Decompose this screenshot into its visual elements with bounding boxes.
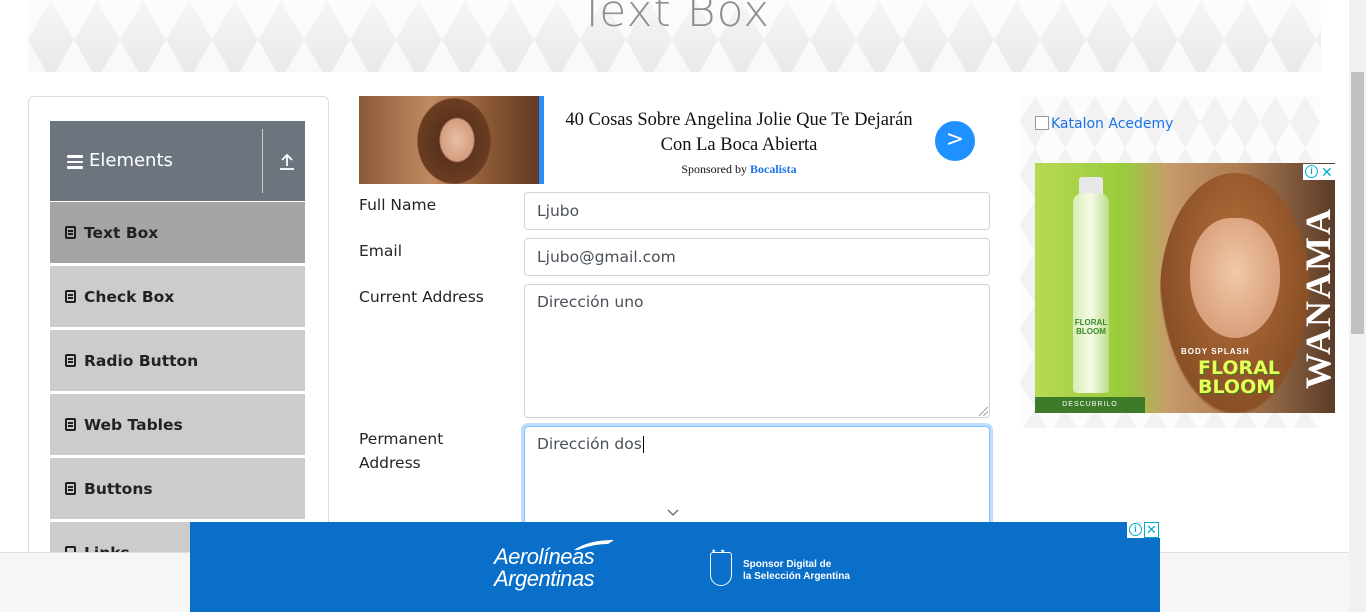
full-name-input[interactable]: Ljubo xyxy=(524,192,990,230)
katalon-link-text[interactable]: Katalon Acedemy xyxy=(1051,116,1173,132)
wanama-brand: WANAMA xyxy=(1298,207,1335,389)
current-address-label: Current Address xyxy=(359,288,484,306)
ad-sponsor[interactable]: Sponsored by Bocalista xyxy=(564,162,914,177)
sponsor-line2: la Selección Argentina xyxy=(743,571,850,582)
sidebar-item-label: Web Tables xyxy=(84,416,183,434)
resize-grip-icon[interactable] xyxy=(979,407,988,416)
document-icon xyxy=(65,354,76,367)
close-icon[interactable]: ✕ xyxy=(1144,522,1159,538)
hamburger-icon xyxy=(67,155,83,169)
text-caret xyxy=(642,436,644,453)
afa-crest-icon xyxy=(710,552,732,586)
sidebar-item-label: Buttons xyxy=(84,480,153,498)
sidebar-item-radio-button[interactable]: Radio Button xyxy=(50,329,305,392)
document-icon xyxy=(65,290,76,303)
email-input[interactable]: Ljubo@gmail.com xyxy=(524,238,990,276)
chevron-down-icon[interactable] xyxy=(667,509,679,517)
ad-go-button[interactable]: > xyxy=(935,121,975,161)
model-face xyxy=(1190,218,1280,338)
header-banner: Text Box xyxy=(28,0,1321,72)
page: Text Box Elements Text Box Check Box Rad… xyxy=(0,0,1366,612)
document-icon xyxy=(65,546,76,552)
sidebar-item-check-box[interactable]: Check Box xyxy=(50,265,305,328)
bottle-label: FLORAL BLOOM xyxy=(1074,318,1108,336)
ad-accent-strip xyxy=(539,96,544,184)
sidebar-item-text-box[interactable]: Text Box xyxy=(50,201,305,264)
broken-image-icon xyxy=(1035,116,1049,130)
sidebar-item-label: Radio Button xyxy=(84,352,199,370)
page-title: Text Box xyxy=(578,0,771,37)
katalon-academy-link[interactable]: Katalon Acedemy xyxy=(1035,116,1173,132)
sidebar-item-label: Text Box xyxy=(84,224,159,242)
airline-name-line2: Argentinas xyxy=(494,566,595,591)
ad-photo[interactable] xyxy=(359,96,540,184)
permanent-address-label: Permanent Address xyxy=(359,430,444,472)
ad-headline[interactable]: 40 Cosas Sobre Angelina Jolie Que Te Dej… xyxy=(564,108,914,158)
scrollbar-thumb[interactable] xyxy=(1351,72,1364,334)
info-icon[interactable]: i xyxy=(1305,165,1318,178)
descubrilo-button[interactable]: DESCUBRILO xyxy=(1035,397,1145,413)
airline-name-line1: Aerolíneas xyxy=(494,544,595,569)
sidebar-item-web-tables[interactable]: Web Tables xyxy=(50,393,305,456)
close-icon[interactable]: ✕ xyxy=(1321,164,1333,180)
bottom-ad-choices[interactable]: i ✕ xyxy=(1127,522,1160,538)
ad-choices[interactable]: i ✕ xyxy=(1303,164,1335,180)
document-icon xyxy=(65,418,76,431)
sponsor-line1: Sponsor Digital de xyxy=(743,559,832,570)
body-splash-text: BODY SPLASH xyxy=(1181,347,1250,356)
airline-name: Aerolíneas Argentinas xyxy=(494,544,595,591)
sidebar-item-label: Check Box xyxy=(84,288,175,306)
ad-sponsor-prefix: Sponsored by xyxy=(681,162,750,176)
document-icon xyxy=(65,226,76,239)
product-bottle xyxy=(1073,193,1109,393)
permanent-address-value: Dirección dos xyxy=(537,435,642,453)
permanent-address-textarea[interactable]: Dirección dos xyxy=(524,426,990,536)
header-divider xyxy=(262,129,263,193)
sidebar-item-buttons[interactable]: Buttons xyxy=(50,457,305,520)
ad-sponsor-brand[interactable]: Bocalista xyxy=(750,162,797,176)
group-title: Elements xyxy=(89,150,173,171)
current-address-value: Dirección uno xyxy=(537,293,644,311)
full-name-label: Full Name xyxy=(359,196,437,214)
elements-group-header[interactable]: Elements xyxy=(50,121,305,201)
sidebar-item-links[interactable]: Links xyxy=(50,522,190,552)
info-icon[interactable]: i xyxy=(1129,523,1142,536)
document-icon xyxy=(65,482,76,495)
wanama-ad[interactable]: FLORAL BLOOM BODY SPLASH FLORAL BLOOM DE… xyxy=(1035,163,1335,413)
sidebar-item-label: Links xyxy=(84,544,130,552)
current-address-textarea[interactable]: Dirección uno xyxy=(524,284,990,418)
bottom-ad-banner[interactable]: Aerolíneas Argentinas ★ ★ Sponsor Digita… xyxy=(190,522,1160,612)
email-label: Email xyxy=(359,242,403,260)
sponsor-text: Sponsor Digital de la Selección Argentin… xyxy=(743,559,850,583)
top-ad[interactable]: 40 Cosas Sobre Angelina Jolie Que Te Dej… xyxy=(359,96,991,184)
upload-icon[interactable] xyxy=(279,153,295,171)
